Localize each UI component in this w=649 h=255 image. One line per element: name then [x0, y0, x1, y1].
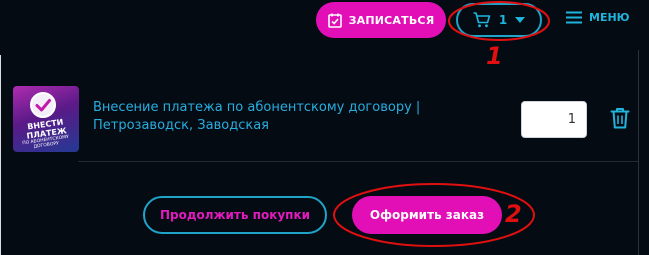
continue-shopping-button[interactable]: Продолжить покупки [143, 196, 327, 234]
row-divider [78, 161, 638, 162]
annotation-marker-2: 2 [505, 200, 522, 228]
signup-button[interactable]: ЗАПИСАТЬСЯ [316, 2, 446, 38]
trash-icon[interactable] [610, 107, 630, 129]
hamburger-icon [566, 11, 582, 24]
cart-count: 1 [498, 13, 508, 27]
checkout-button[interactable]: Оформить заказ [352, 196, 502, 234]
item-title[interactable]: Внесение платежа по абонентскому договор… [93, 99, 513, 135]
quantity-input[interactable]: 1 [521, 101, 587, 138]
page-edge-right [638, 50, 639, 255]
cart-icon [473, 12, 491, 28]
page-edge-left [0, 55, 1, 255]
signup-label: ЗАПИСАТЬСЯ [348, 13, 435, 27]
cart-button[interactable]: 1 [456, 3, 542, 37]
calendar-check-icon [327, 13, 342, 28]
chevron-down-icon [515, 17, 526, 23]
item-thumbnail: ВНЕСТИ ПЛАТЕЖ ПО АБОНЕНТСКОМУ ДОГОВОРУ [13, 86, 79, 152]
menu-button[interactable]: МЕНЮ [566, 11, 630, 24]
annotation-marker-1: 1 [486, 42, 503, 70]
check-circle-icon [30, 92, 56, 118]
checkout-label: Оформить заказ [369, 208, 485, 222]
menu-label: МЕНЮ [589, 11, 630, 24]
continue-shopping-label: Продолжить покупки [159, 208, 311, 222]
